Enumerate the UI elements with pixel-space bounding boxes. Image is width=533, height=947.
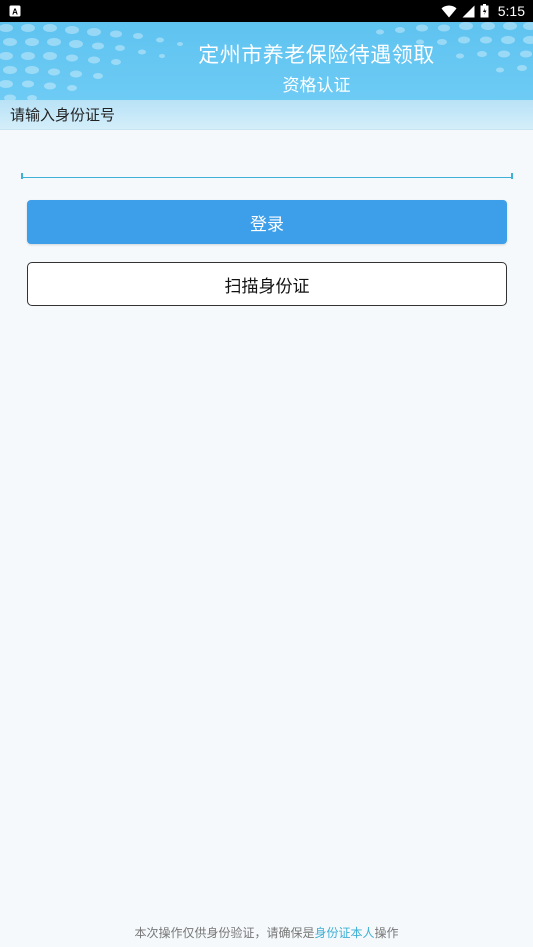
page-subtitle: 资格认证 [282, 76, 351, 96]
scan-id-card-button[interactable]: 扫描身份证 [27, 262, 507, 306]
footer-notice-suffix: 操作 [374, 926, 399, 940]
svg-text:A: A [12, 8, 18, 17]
wifi-icon [441, 5, 457, 17]
footer-notice: 本次操作仅供身份验证，请确保是身份证本人操作 [0, 924, 533, 941]
footer-notice-highlight: 身份证本人 [314, 926, 375, 940]
id-number-label-bar: 请输入身份证号 [0, 100, 533, 130]
login-button[interactable]: 登录 [27, 200, 507, 244]
notification-app-icon: A [9, 5, 21, 17]
footer-notice-prefix: 本次操作仅供身份验证，请确保是 [134, 926, 315, 940]
status-icons: 5:15 [441, 0, 525, 22]
status-time: 5:15 [497, 3, 525, 19]
login-button-label: 登录 [250, 214, 284, 235]
input-underline-left-tick [21, 173, 23, 179]
cell-signal-icon [462, 5, 475, 17]
id-number-input[interactable] [21, 150, 513, 178]
scan-id-card-button-label: 扫描身份证 [224, 276, 310, 297]
app-header: 定州市养老保险待遇领取 资格认证 [0, 22, 533, 100]
id-number-label: 请输入身份证号 [10, 106, 116, 124]
battery-icon [480, 4, 489, 18]
input-underline-right-tick [511, 173, 513, 179]
status-bar: A 5:15 [0, 0, 533, 22]
page-title: 定州市养老保险待遇领取 [198, 43, 435, 67]
